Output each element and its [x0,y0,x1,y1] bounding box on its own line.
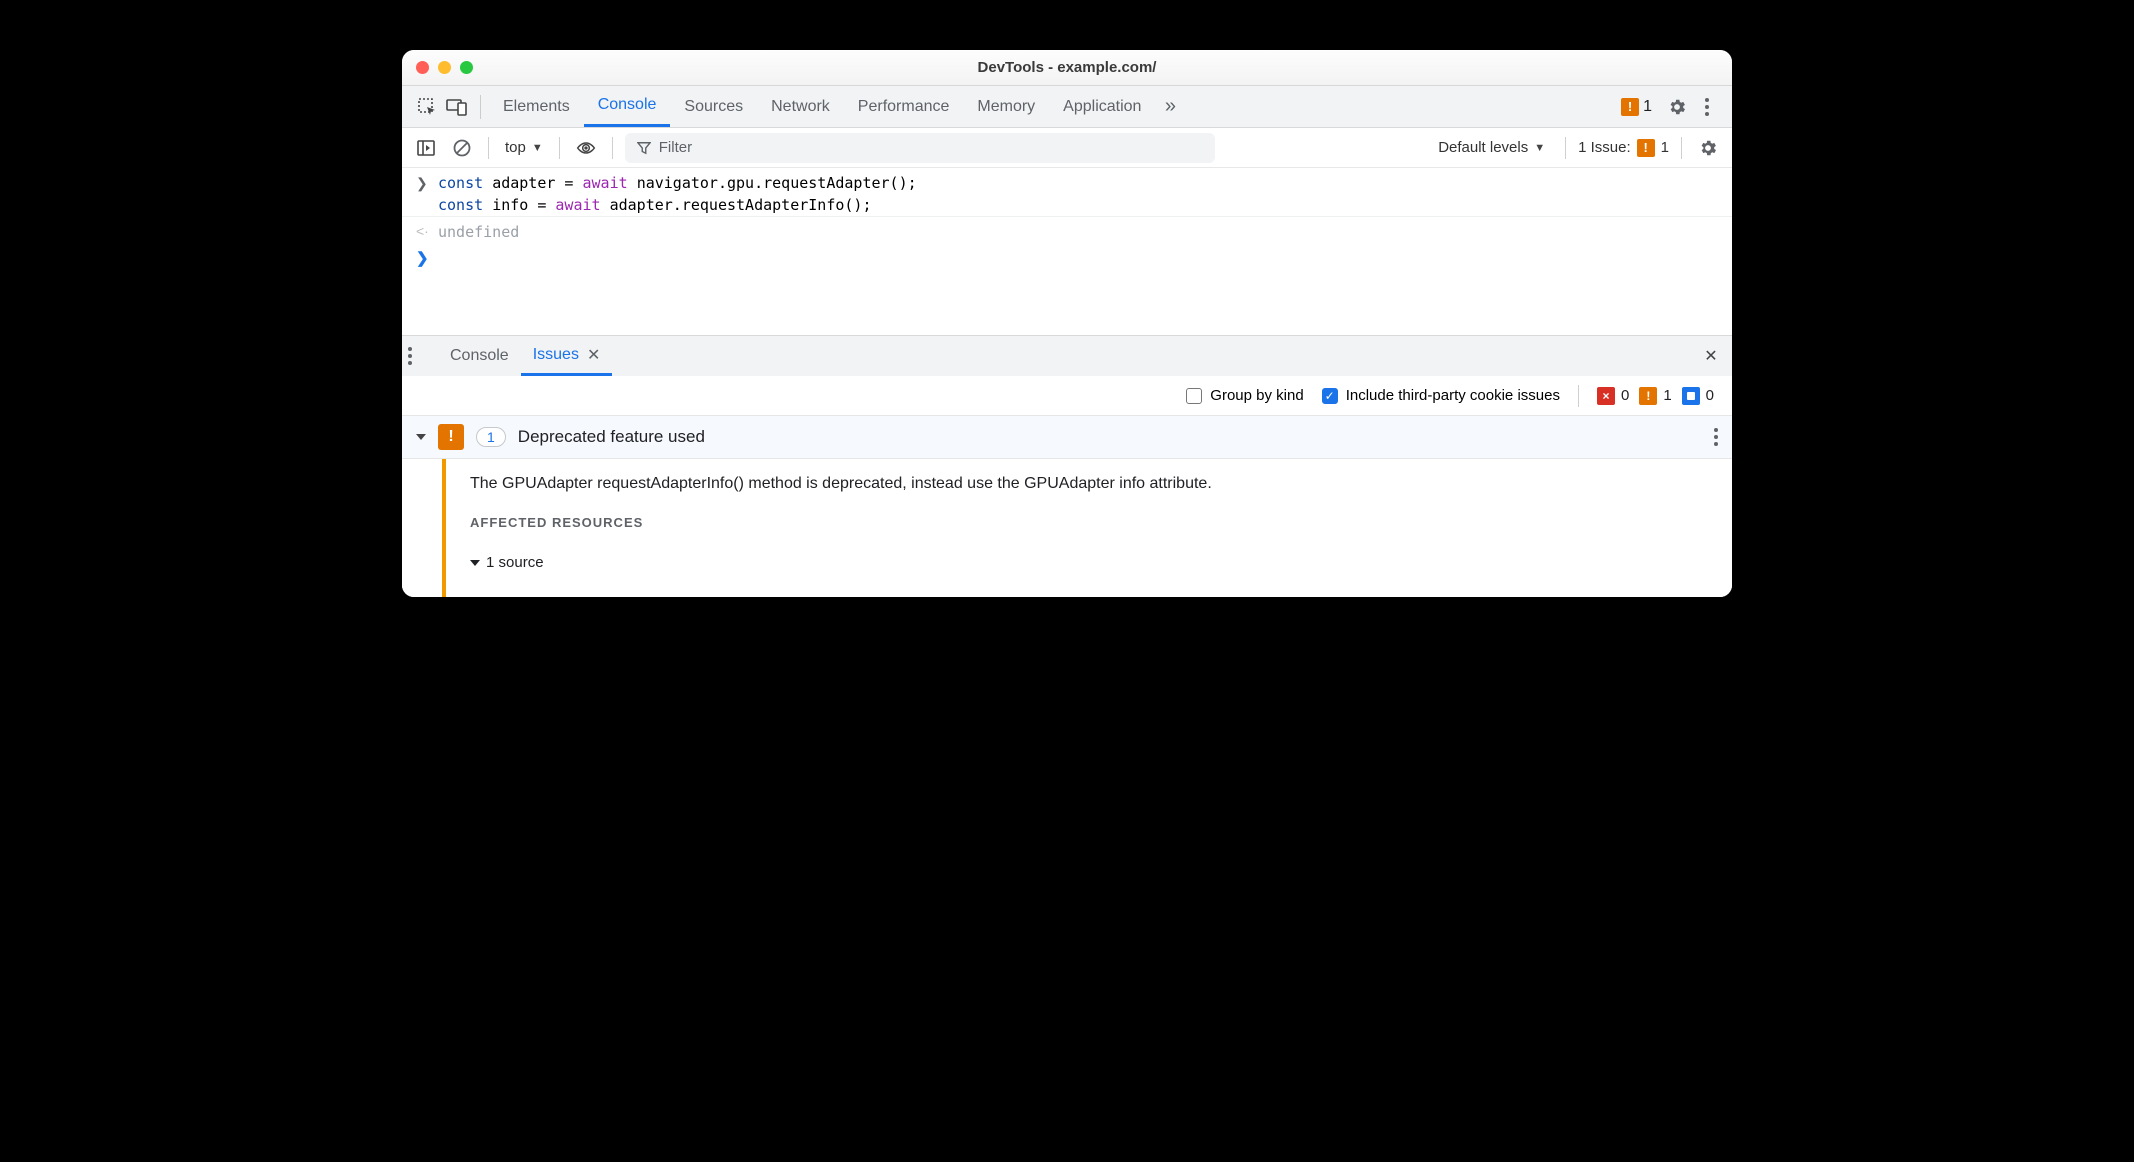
tab-application[interactable]: Application [1049,86,1155,127]
window-controls [416,61,473,74]
output-arrow-icon: <· [416,221,430,239]
divider [612,137,613,159]
kebab-menu-icon[interactable] [1692,92,1722,122]
error-icon: × [1597,387,1615,405]
tab-performance[interactable]: Performance [844,86,964,127]
checkbox-label: Include third-party cookie issues [1346,387,1560,404]
console-output: undefined [438,221,519,243]
divider [1565,137,1566,159]
drawer-tab-issues[interactable]: Issues ✕ [521,336,613,376]
include-third-party-checkbox[interactable]: ✓ Include third-party cookie issues [1322,387,1560,404]
tab-console[interactable]: Console [584,86,671,127]
levels-label: Default levels [1438,139,1528,156]
tab-label: Console [450,347,509,365]
zoom-window-button[interactable] [460,61,473,74]
issue-header[interactable]: ! 1 Deprecated feature used [402,416,1732,459]
tab-label: Issues [533,346,579,364]
more-tabs-icon[interactable]: » [1155,92,1185,122]
info-count: 0 [1706,387,1714,404]
console-settings-icon[interactable] [1694,134,1722,162]
issues-toolbar: Group by kind ✓ Include third-party cook… [402,376,1732,416]
divider [1578,385,1579,407]
drawer: Console Issues ✕ ✕ Group by kind ✓ Include… [402,335,1732,597]
divider [480,95,481,119]
drawer-tabstrip: Console Issues ✕ ✕ [402,336,1732,376]
main-tabstrip: ElementsConsoleSourcesNetworkPerformance… [402,86,1732,128]
group-by-kind-checkbox[interactable]: Group by kind [1186,387,1303,404]
tab-network[interactable]: Network [757,86,844,127]
inspect-element-icon[interactable] [412,92,442,122]
divider [1681,137,1682,159]
error-count: 0 [1621,387,1629,404]
minimize-window-button[interactable] [438,61,451,74]
input-arrow-icon: ❯ [416,172,430,192]
issue-count-pill: 1 [476,427,506,447]
filter-icon [637,141,651,155]
warning-count: 1 [1663,387,1671,404]
issues-label: 1 Issue: [1578,139,1631,156]
chevron-down-icon: ▼ [1534,142,1545,154]
toggle-sidebar-icon[interactable] [412,134,440,162]
context-label: top [505,139,526,156]
drawer-tab-console[interactable]: Console [438,336,521,376]
issues-indicator[interactable]: ! 1 [1621,98,1652,116]
issues-link[interactable]: 1 Issue: ! 1 [1578,139,1669,157]
divider [488,137,489,159]
window-title: DevTools - example.com/ [402,59,1732,76]
issue-body: The GPUAdapter requestAdapterInfo() meth… [402,459,1732,597]
warning-icon: ! [1621,98,1639,116]
chevron-down-icon: ▼ [532,142,543,154]
issues-count: 1 [1643,98,1652,116]
console-toolbar: top ▼ Filter Default levels ▼ 1 Issue: !… [402,128,1732,168]
disclosure-triangle-icon [470,560,480,566]
live-expression-icon[interactable] [572,134,600,162]
close-window-button[interactable] [416,61,429,74]
checkbox-checked-icon: ✓ [1322,388,1338,404]
tab-sources[interactable]: Sources [670,86,757,127]
titlebar: DevTools - example.com/ [402,50,1732,86]
settings-icon[interactable] [1662,92,1692,122]
clear-console-icon[interactable] [448,134,476,162]
tab-memory[interactable]: Memory [963,86,1049,127]
prompt-arrow-icon: ❯ [416,249,429,267]
issue-title: Deprecated feature used [518,427,705,447]
device-toolbar-icon[interactable] [442,92,472,122]
issue-message: The GPUAdapter requestAdapterInfo() meth… [470,475,1212,493]
filter-input[interactable]: Filter [625,133,1215,163]
console-prompt[interactable]: ❯ [402,243,1732,285]
console-code: const adapter = await navigator.gpu.requ… [438,172,917,216]
log-levels-selector[interactable]: Default levels ▼ [1430,139,1553,156]
filter-placeholder: Filter [659,139,692,156]
checkbox-icon [1186,388,1202,404]
drawer-menu-icon[interactable] [408,347,434,365]
context-selector[interactable]: top ▼ [501,135,547,160]
info-icon [1682,387,1700,405]
warning-icon: ! [1639,387,1657,405]
console-output-row: <· undefined [402,217,1732,243]
divider [559,137,560,159]
console-body: ❯ const adapter = await navigator.gpu.re… [402,168,1732,335]
disclosure-triangle-icon [416,434,426,440]
sources-label: 1 source [486,554,544,571]
affected-resources-label: AFFECTED RESOURCES [470,515,1212,530]
warning-icon: ! [438,424,464,450]
devtools-window: DevTools - example.com/ ElementsConsoleS… [402,50,1732,597]
issue-menu-icon[interactable] [1714,428,1718,446]
warning-icon: ! [1637,139,1655,157]
console-input-row[interactable]: ❯ const adapter = await navigator.gpu.re… [402,168,1732,217]
sources-disclosure[interactable]: 1 source [470,554,1212,571]
close-tab-icon[interactable]: ✕ [587,345,600,365]
checkbox-label: Group by kind [1210,387,1303,404]
severity-counts: × 0 ! 1 0 [1597,387,1718,405]
close-drawer-icon[interactable]: ✕ [1696,346,1726,366]
tab-elements[interactable]: Elements [489,86,584,127]
issues-count: 1 [1661,139,1669,156]
